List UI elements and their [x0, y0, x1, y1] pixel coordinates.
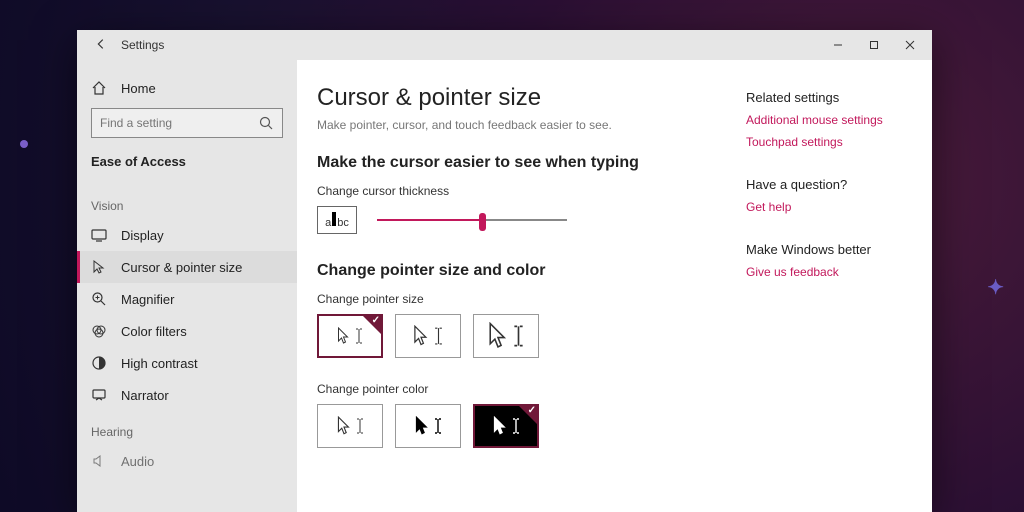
magnifier-icon: [91, 291, 107, 307]
pointer-color-label: Change pointer color: [317, 382, 722, 396]
pointer-size-label: Change pointer size: [317, 292, 722, 306]
sidebar-item-color-filters[interactable]: Color filters: [77, 315, 297, 347]
sidebar-item-display[interactable]: Display: [77, 219, 297, 251]
narrator-icon: [91, 387, 107, 403]
thickness-slider[interactable]: [377, 210, 567, 230]
link-get-help[interactable]: Get help: [746, 200, 918, 214]
thickness-label: Change cursor thickness: [317, 184, 722, 198]
page-subtitle: Make pointer, cursor, and touch feedback…: [317, 118, 722, 132]
sidebar-item-label: Display: [121, 228, 164, 243]
section-cursor-title: Make the cursor easier to see when typin…: [317, 154, 722, 172]
close-button[interactable]: [892, 30, 928, 60]
sidebar-item-label: Magnifier: [121, 292, 174, 307]
sidebar-item-high-contrast[interactable]: High contrast: [77, 347, 297, 379]
pointer-size-medium[interactable]: [395, 314, 461, 358]
settings-window: Settings Home: [77, 30, 932, 512]
pointer-size-large[interactable]: [473, 314, 539, 358]
sidebar-item-magnifier[interactable]: Magnifier: [77, 283, 297, 315]
link-additional-mouse[interactable]: Additional mouse settings: [746, 113, 918, 127]
search-input[interactable]: [100, 116, 258, 130]
high-contrast-icon: [91, 355, 107, 371]
sidebar-item-label: High contrast: [121, 356, 198, 371]
group-hearing-label: Hearing: [77, 411, 297, 445]
pointer-color-black[interactable]: [395, 404, 461, 448]
link-touchpad[interactable]: Touchpad settings: [746, 135, 918, 149]
pointer-size-options: ✓: [317, 314, 722, 358]
sidebar-item-narrator[interactable]: Narrator: [77, 379, 297, 411]
settings-body: Cursor & pointer size Make pointer, curs…: [297, 60, 742, 512]
pointer-color-options: ✓: [317, 404, 722, 448]
sidebar-item-label: Narrator: [121, 388, 169, 403]
thickness-preview: abc: [317, 206, 357, 234]
back-button[interactable]: [87, 37, 115, 54]
search-icon: [258, 115, 274, 131]
link-feedback[interactable]: Give us feedback: [746, 265, 918, 279]
window-title: Settings: [121, 38, 164, 52]
pointer-color-white[interactable]: [317, 404, 383, 448]
pointer-color-inverted[interactable]: ✓: [473, 404, 539, 448]
cursor-icon: [91, 259, 107, 275]
sidebar-category: Ease of Access: [77, 148, 297, 185]
group-vision-label: Vision: [77, 185, 297, 219]
audio-icon: [91, 453, 107, 469]
minimize-button[interactable]: [820, 30, 856, 60]
maximize-button[interactable]: [856, 30, 892, 60]
display-icon: [91, 227, 107, 243]
section-pointer-title: Change pointer size and color: [317, 262, 722, 280]
sidebar-item-label: Color filters: [121, 324, 187, 339]
page-title: Cursor & pointer size: [317, 84, 722, 112]
nav-home-label: Home: [121, 81, 156, 96]
right-rail: Related settings Additional mouse settin…: [742, 60, 932, 512]
sidebar-item-cursor-pointer[interactable]: Cursor & pointer size: [77, 251, 297, 283]
search-input-wrap[interactable]: [91, 108, 283, 138]
sidebar: Home Ease of Access Vision Display Curso…: [77, 60, 297, 512]
sidebar-item-audio[interactable]: Audio: [77, 445, 297, 477]
home-icon: [91, 80, 107, 96]
sidebar-item-label: Audio: [121, 454, 154, 469]
related-settings-heading: Related settings: [746, 90, 918, 105]
question-heading: Have a question?: [746, 177, 918, 192]
feedback-heading: Make Windows better: [746, 242, 918, 257]
sidebar-item-label: Cursor & pointer size: [121, 260, 242, 275]
nav-home[interactable]: Home: [77, 72, 297, 104]
titlebar: Settings: [77, 30, 932, 60]
pointer-size-small[interactable]: ✓: [317, 314, 383, 358]
color-filters-icon: [91, 323, 107, 339]
